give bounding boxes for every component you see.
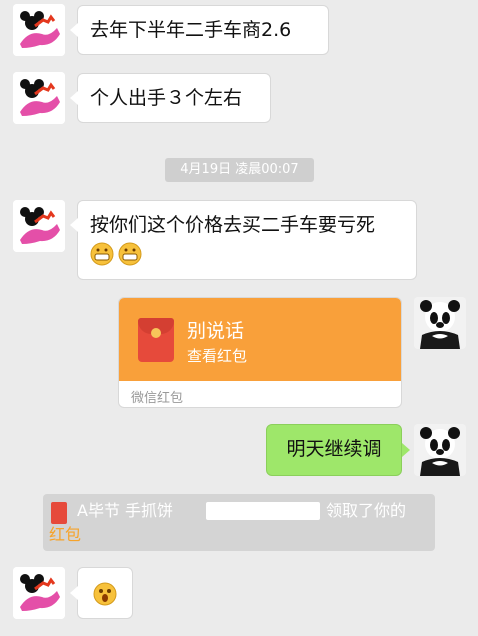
cartoon-avatar-icon — [13, 567, 65, 619]
left-message-bubble[interactable]: 个人出手３个左右 — [77, 73, 271, 123]
left-message-bubble[interactable]: 去年下半年二手车商2.6 — [77, 5, 329, 55]
red-packet-card[interactable]: 别说话 查看红包 微信红包 — [118, 297, 402, 408]
avatar[interactable] — [13, 72, 65, 124]
red-packet-header: 别说话 查看红包 — [119, 298, 401, 381]
notice-sender: A毕节 手抓饼 — [77, 501, 174, 520]
left-message-bubble[interactable] — [77, 567, 133, 619]
left-message-bubble[interactable]: 按你们这个价格去买二手车要亏死 — [77, 200, 417, 280]
avatar[interactable] — [414, 424, 466, 476]
right-message-bubble[interactable]: 明天继续调 — [266, 424, 402, 476]
avatar[interactable] — [13, 4, 65, 56]
red-packet-subtitle: 查看红包 — [187, 347, 248, 365]
cartoon-avatar-icon — [13, 200, 65, 252]
red-packet-footer: 微信红包 — [131, 391, 184, 406]
bubble-tail — [70, 23, 78, 37]
red-packet-link[interactable]: 红包 — [49, 523, 81, 547]
notice-action: 领取了你的 — [326, 501, 407, 520]
avatar[interactable] — [13, 200, 65, 252]
panda-avatar-icon — [414, 297, 466, 349]
bubble-tail — [402, 443, 410, 457]
grinning-face-icon — [90, 242, 114, 265]
red-packet-title: 别说话 — [187, 320, 245, 342]
avatar[interactable] — [13, 567, 65, 619]
small-red-packet-icon — [51, 502, 67, 524]
cartoon-avatar-icon — [13, 72, 65, 124]
red-packet-icon — [138, 318, 174, 362]
panda-avatar-icon — [414, 424, 466, 476]
bubble-tail — [70, 218, 78, 232]
surprised-face-icon — [93, 582, 117, 606]
message-text: 个人出手３个左右 — [90, 87, 243, 109]
timestamp: 4月19日 凌晨00:07 — [165, 158, 314, 182]
bubble-tail — [70, 586, 78, 600]
redacted-name — [206, 502, 320, 520]
avatar[interactable] — [414, 297, 466, 349]
message-text: 按你们这个价格去买二手车要亏死 — [90, 214, 376, 236]
bubble-tail — [70, 91, 78, 105]
message-text: 明天继续调 — [286, 438, 382, 460]
message-text: 去年下半年二手车商2.6 — [90, 19, 292, 41]
grinning-face-icon — [118, 242, 142, 265]
red-packet-notice: A毕节 手抓饼 领取了你的 红包 — [43, 494, 435, 551]
cartoon-avatar-icon — [13, 4, 65, 56]
